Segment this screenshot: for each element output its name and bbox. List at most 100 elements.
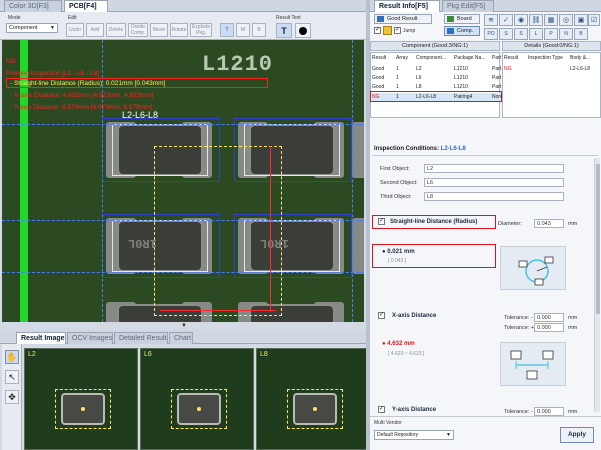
pcb-image-view[interactable]: L1210 1R0L 1R0L NG Position Inspection [… [2, 40, 364, 322]
conditions-title: Inspection Conditions: L2-L6-L8 [374, 146, 466, 152]
edit-label: Edit [68, 15, 77, 21]
component-group-label: L2-L6-L8 [122, 110, 159, 120]
column-header-part[interactable]: Part [492, 54, 502, 62]
filter-n[interactable]: N [559, 28, 573, 40]
toolbar: Mode Component ▼ Edit Undo Add Delete Di… [0, 12, 368, 40]
table-row-selected[interactable]: NG 1 L2-L6-L8 Pairing4 None [372, 93, 502, 101]
component-table-header: Result Array Component... Package Na... … [372, 54, 502, 62]
move-button[interactable]: Move [150, 23, 168, 37]
eye-icon[interactable]: ◉ [514, 14, 528, 26]
scrollbar[interactable] [594, 158, 600, 412]
good-result-button[interactable]: Good Result [374, 14, 432, 24]
tab-ocv-images[interactable]: OCV Images [67, 332, 113, 344]
rotate-button[interactable]: Rotate [170, 23, 188, 37]
check-icon[interactable]: ✓ [499, 14, 513, 26]
cell-array: 1 [396, 84, 399, 90]
explode-pkg-button[interactable]: Explode Pkg. [190, 23, 212, 37]
cell-package: L1210 [454, 75, 468, 81]
tab-pcb[interactable]: PCB[F4] [64, 0, 108, 12]
column-header-package[interactable]: Package Na... [454, 54, 490, 62]
first-object-field[interactable]: L2 [424, 164, 564, 173]
mode-select[interactable]: Component ▼ [6, 23, 58, 33]
second-object-field[interactable]: L6 [424, 178, 564, 187]
jump-checkbox[interactable]: ✓ [394, 27, 401, 34]
filter-s1[interactable]: S [499, 28, 513, 40]
filter-l[interactable]: L [529, 28, 543, 40]
x-distance-checkbox[interactable]: ✓ [378, 312, 385, 319]
view-mid-button[interactable]: M [236, 23, 250, 37]
add-button[interactable]: Add [86, 23, 104, 37]
table-row[interactable]: Good 1 L8 L1210 Part [372, 83, 501, 91]
column-header-component[interactable]: Component... [416, 54, 452, 62]
result-thumbnail-l2[interactable]: L2 [24, 348, 138, 450]
inspection-status: NG [6, 58, 16, 65]
tab-color-3d[interactable]: Color 3D[F3] [4, 0, 62, 12]
cell-part: Part [492, 75, 502, 81]
third-object-label: Third Object: [380, 194, 412, 200]
delete-button[interactable]: Delete [106, 23, 126, 37]
measure-tool-icon[interactable]: ✥ [5, 390, 19, 404]
x-result-ref: [ 4.623 ~ 4.623 ] [388, 351, 425, 357]
comp-button[interactable]: Comp. [444, 26, 480, 36]
x-tol-plus-label: Tolerance: + [504, 325, 535, 331]
cell-package: Pairing4 [454, 94, 473, 100]
third-object-field[interactable]: L8 [424, 192, 564, 201]
thumbnail-center-point [197, 407, 201, 411]
y-distance-checkbox[interactable]: ✓ [378, 406, 385, 413]
select-tool-icon[interactable]: ↖ [5, 370, 19, 384]
details-row[interactable]: NG L2-L6-L8 [504, 65, 600, 73]
tab-chart[interactable]: Chart [169, 332, 193, 344]
straight-result-text: 0.021 mm [387, 249, 415, 255]
apply-button[interactable]: Apply [560, 427, 594, 443]
target-icon[interactable]: ◎ [559, 14, 573, 26]
cell-result: NG [372, 94, 380, 100]
divide-comp-button[interactable]: Divide Comp. [128, 23, 148, 37]
cell-package: L1210 [454, 66, 468, 72]
tab-result-info[interactable]: Result Info[F5] [374, 0, 440, 12]
diameter-field[interactable]: 0.043 [534, 219, 564, 228]
filter-po[interactable]: PO [484, 28, 498, 40]
column-header-result[interactable]: Result [504, 54, 526, 62]
filter-b[interactable]: B [574, 28, 588, 40]
link-icon[interactable]: ⛓ [529, 14, 543, 26]
image-icon[interactable]: ▣ [574, 14, 588, 26]
result-text-label: Result Text [276, 15, 301, 21]
x-tol-minus-field[interactable]: 0.000 [534, 313, 564, 322]
checkbox-icon[interactable]: ☑ [588, 14, 600, 26]
result-thumbnail-l6[interactable]: L6 [140, 348, 254, 450]
text-format-icon[interactable]: T [276, 23, 292, 38]
scrollbar-thumb[interactable] [596, 164, 600, 314]
first-object-label: First Object: [380, 166, 410, 172]
column-header-result[interactable]: Result [372, 54, 394, 62]
straight-distance-checkbox[interactable]: ✓ [378, 218, 385, 225]
tab-detailed-result[interactable]: Detailed Result [114, 332, 168, 344]
filter-checkbox[interactable]: ✓ [374, 27, 381, 34]
column-header-array[interactable]: Array [396, 54, 414, 62]
wifi-icon[interactable]: ≋ [484, 14, 498, 26]
y-tol-minus-field[interactable]: 0.000 [534, 407, 564, 416]
table-row[interactable]: Good 1 L6 L1210 Part [372, 74, 502, 82]
view-bottom-button[interactable]: B [252, 23, 266, 37]
result-thumbnail-l8[interactable]: L8 [256, 348, 370, 450]
component-header-label: Component (Good:3/NG:1) [401, 43, 469, 49]
tab-pkg-edit[interactable]: Pkg Edit[F5] [442, 0, 494, 12]
filter-p[interactable]: P [544, 28, 558, 40]
view-top-button[interactable]: T [220, 23, 234, 37]
pointer-tool-icon[interactable]: ✋ [5, 350, 19, 364]
filter-s2[interactable]: S [514, 28, 528, 40]
column-header-inspection-type[interactable]: Inspection Type [528, 54, 568, 62]
grid-icon[interactable]: ▦ [544, 14, 558, 26]
vendor-select[interactable]: Default Repository ▼ [374, 430, 454, 440]
x-tol-plus-field[interactable]: 0.000 [534, 323, 564, 332]
board-button[interactable]: Board [444, 14, 480, 24]
column-header-body[interactable]: Body &... [570, 54, 600, 62]
board-icon [447, 16, 454, 22]
lock-icon[interactable] [383, 26, 392, 35]
table-row[interactable]: Good 1 L2 L1210 Part [372, 65, 501, 73]
bottom-tab-bar: Result Image OCV Images Detailed Result … [0, 330, 368, 344]
y-tol-minus-unit: mm [568, 409, 578, 415]
dot-marker-icon[interactable] [295, 23, 311, 38]
tab-result-image[interactable]: Result Image [16, 332, 66, 344]
undo-button[interactable]: Undo [66, 23, 84, 37]
collapse-handle[interactable]: ▼ [176, 323, 192, 329]
